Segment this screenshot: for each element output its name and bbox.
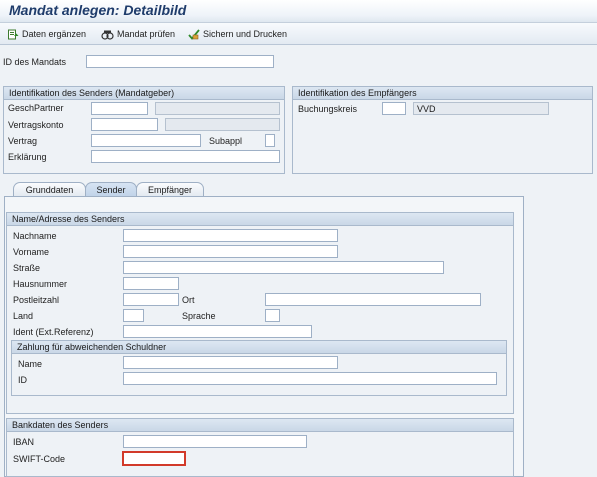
mandate-id-label: ID des Mandats	[3, 57, 67, 67]
lastname-label: Nachname	[13, 231, 57, 241]
complete-data-button[interactable]: Daten ergänzen	[8, 27, 86, 41]
company-code-label: Buchungskreis	[298, 104, 358, 114]
contract-label: Vertrag	[8, 136, 38, 146]
alternate-debtor-heading: Zahlung für abweichenden Schuldner	[12, 341, 506, 354]
declaration-field[interactable]	[91, 150, 280, 163]
company-code-field[interactable]	[382, 102, 406, 115]
save-print-icon	[188, 28, 200, 40]
company-name-field: VVD	[413, 102, 549, 115]
ident-label: Ident (Ext.Referenz)	[13, 327, 94, 337]
declaration-label: Erklärung	[8, 152, 47, 162]
partner-field[interactable]	[91, 102, 148, 115]
check-mandate-button[interactable]: Mandat prüfen	[101, 27, 175, 41]
firstname-label: Vorname	[13, 247, 50, 257]
toolbar: Daten ergänzen Mandat prüfen Sichern und…	[0, 23, 597, 45]
contract-account-name-field	[165, 118, 280, 131]
sender-identification-heading: Identifikation des Senders (Mandatgeber)	[4, 87, 284, 100]
country-label: Land	[13, 311, 34, 321]
language-field[interactable]	[265, 309, 280, 322]
swift-label: SWIFT-Code	[13, 454, 66, 464]
country-field[interactable]	[123, 309, 144, 322]
partner-label: GeschPartner	[8, 103, 64, 113]
iban-field[interactable]	[123, 435, 307, 448]
partner-name-field	[155, 102, 280, 115]
debtor-name-label: Name	[18, 359, 43, 369]
save-print-label: Sichern und Drucken	[203, 29, 288, 39]
lastname-field[interactable]	[123, 229, 338, 242]
street-label: Straße	[13, 263, 41, 273]
bank-data-heading: Bankdaten des Senders	[7, 419, 513, 432]
postcode-field[interactable]	[123, 293, 179, 306]
city-label: Ort	[182, 295, 195, 305]
postcode-label: Postleitzahl	[13, 295, 60, 305]
sender-address-heading: Name/Adresse des Senders	[7, 213, 513, 226]
ident-field[interactable]	[123, 325, 312, 338]
save-print-button[interactable]: Sichern und Drucken	[188, 27, 287, 41]
debtor-id-label: ID	[18, 375, 27, 385]
city-field[interactable]	[265, 293, 481, 306]
page-title: Mandat anlegen: Detailbild	[9, 2, 187, 18]
tab-grunddaten[interactable]: Grunddaten	[13, 182, 86, 197]
recipient-identification-heading: Identifikation des Empfängers	[293, 87, 592, 100]
contract-account-field[interactable]	[91, 118, 158, 131]
title-bar: Mandat anlegen: Detailbild	[0, 0, 597, 23]
street-field[interactable]	[123, 261, 444, 274]
contract-field[interactable]	[91, 134, 201, 147]
debtor-id-field[interactable]	[123, 372, 497, 385]
data-complete-icon	[8, 29, 19, 39]
tab-empfaenger[interactable]: Empfänger	[136, 182, 204, 197]
iban-label: IBAN	[13, 437, 35, 447]
subappl-label: Subappl	[209, 136, 243, 146]
housenumber-label: Hausnummer	[13, 279, 68, 289]
subappl-field[interactable]	[265, 134, 275, 147]
check-mandate-icon	[101, 30, 114, 40]
check-mandate-label: Mandat prüfen	[117, 29, 176, 39]
debtor-name-field[interactable]	[123, 356, 338, 369]
recipient-identification-group: Identifikation des Empfängers	[292, 86, 593, 174]
firstname-field[interactable]	[123, 245, 338, 258]
swift-code-field[interactable]	[122, 451, 186, 466]
mandate-id-field[interactable]	[86, 55, 274, 68]
housenumber-field[interactable]	[123, 277, 179, 290]
complete-data-label: Daten ergänzen	[22, 29, 87, 39]
contract-account-label: Vertragskonto	[8, 120, 64, 130]
language-label: Sprache	[182, 311, 216, 321]
tab-sender[interactable]: Sender	[85, 182, 137, 197]
